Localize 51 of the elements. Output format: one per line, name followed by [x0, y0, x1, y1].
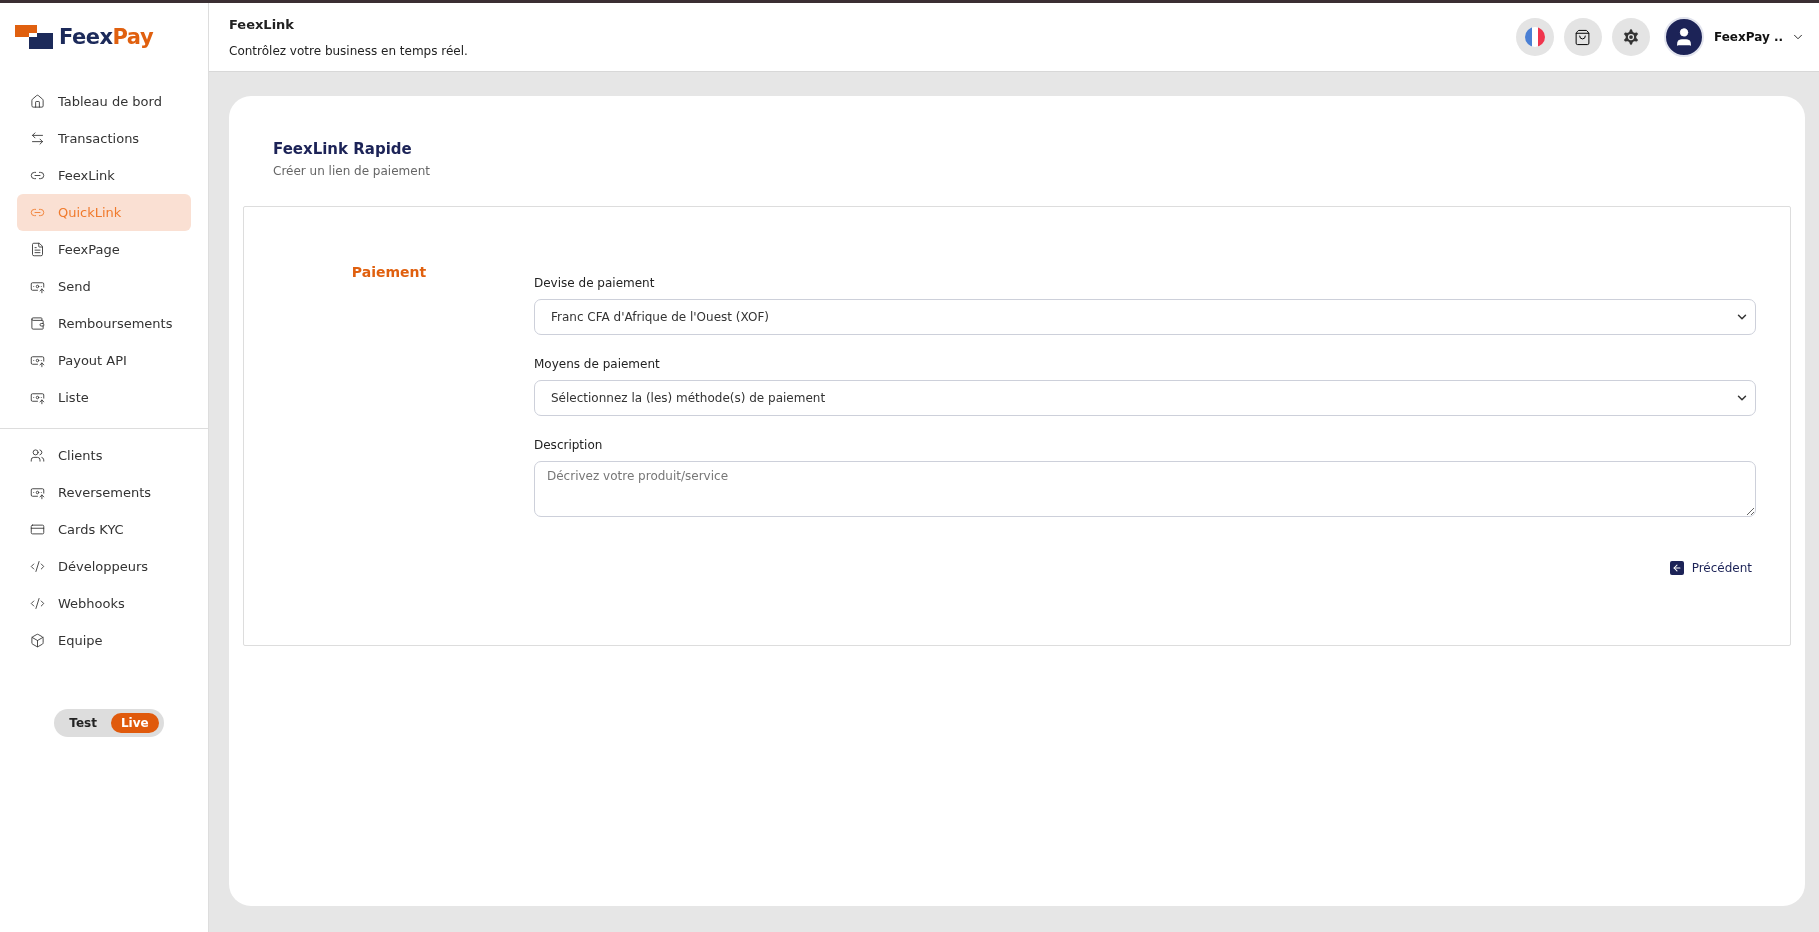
banknote-icon [30, 390, 45, 405]
sidebar-item[interactable]: Clients [17, 437, 191, 474]
field-label: Description [534, 438, 604, 452]
sidebar-item[interactable]: Payout API [17, 342, 191, 379]
banknote-icon [30, 353, 45, 368]
cube-icon [30, 633, 45, 648]
back-button[interactable]: Précédent [1669, 561, 1752, 575]
users-icon [30, 448, 45, 463]
document-icon [30, 242, 45, 257]
field-label: Moyens de paiement [534, 357, 661, 371]
sidebar-item[interactable]: Cards KYC [17, 511, 191, 548]
settings-button[interactable] [1611, 18, 1650, 56]
language-button[interactable] [1515, 18, 1554, 56]
field-label: Devise de paiement [534, 276, 656, 290]
sidebar-item[interactable]: FeexPage [17, 231, 191, 268]
sidebar-item[interactable]: Send [17, 268, 191, 305]
code-icon [30, 596, 45, 611]
sidebar-item[interactable]: Reversements [17, 474, 191, 511]
card-icon [30, 522, 45, 537]
sidebar-item[interactable]: Développeurs [17, 548, 191, 585]
logo-icon [15, 25, 53, 49]
wallet-icon [30, 316, 45, 331]
logo-text: FeexPay [59, 25, 154, 49]
mode-option[interactable]: Test [59, 713, 107, 733]
sidebar-item[interactable]: Webhooks [17, 585, 191, 622]
user-menu[interactable]: FeexPay .. [1713, 30, 1805, 44]
page-subtitle: Contrôlez votre business en temps réel. [229, 43, 469, 58]
description-field[interactable]: Décrivez votre produit/service [534, 461, 1756, 517]
bag-icon [1574, 28, 1592, 46]
code-icon [30, 559, 45, 574]
bag-button[interactable] [1563, 18, 1602, 56]
section-title: Paiement [351, 264, 427, 282]
arrows-icon [30, 131, 45, 146]
flag-icon [1524, 27, 1545, 47]
sidebar-item[interactable]: Transactions [17, 120, 191, 157]
sidebar-item[interactable]: Tableau de bord [17, 83, 191, 120]
sidebar-item[interactable]: Remboursements [17, 305, 191, 342]
select-field[interactable]: Sélectionnez la (les) méthode(s) de paiement [534, 380, 1756, 416]
select-field[interactable]: Franc CFA d'Afrique de l'Ouest (XOF) [534, 299, 1756, 335]
arrow-left-icon [1669, 561, 1684, 575]
page-title: FeexLink [229, 16, 295, 32]
card-title: FeexLink Rapide [273, 140, 413, 158]
home-icon [30, 94, 45, 109]
mode-option[interactable]: Live [110, 713, 159, 733]
sidebar-item[interactable]: Liste [17, 379, 191, 416]
card-subtitle: Créer un lien de paiement [273, 164, 431, 178]
avatar[interactable] [1663, 17, 1704, 57]
sidebar-item[interactable]: Equipe [17, 622, 191, 659]
banknote-icon [30, 279, 45, 294]
banknote-icon [30, 485, 45, 500]
sidebar-item[interactable]: FeexLink [17, 157, 191, 194]
